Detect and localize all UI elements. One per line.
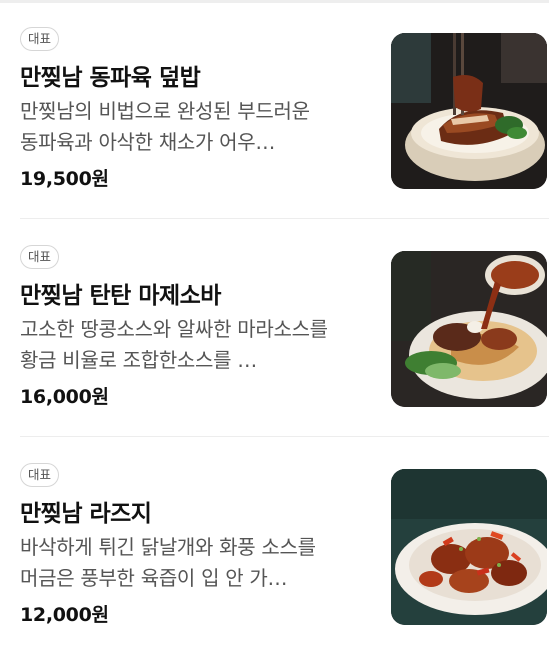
menu-item-description: 고소한 땅콩소스와 알싸한 마라소스를 황금 비율로 조합한소스를 … [20,317,328,372]
signature-badge: 대표 [20,245,60,269]
signature-badge: 대표 [20,27,60,51]
menu-item-price: 19,500원 [20,168,109,190]
menu-item-photo[interactable] [391,469,547,625]
menu-item-tantan-mazesoba[interactable]: 대표 만찢남 탄탄 마제소바 고소한 땅콩소스와 알싸한 마라소스를 황금 비율… [0,218,549,436]
dongpayuk-rice-bowl-photo-icon [391,33,547,189]
menu-item-photo[interactable] [391,33,547,189]
signature-badge: 대표 [20,463,60,487]
menu-item-photo[interactable] [391,251,547,407]
menu-item-description: 만찢남의 비법으로 완성된 부드러운 동파육과 아삭한 채소가 어우… [20,99,310,154]
tantan-mazesoba-photo-icon [391,251,547,407]
menu-item-lazziji[interactable]: 대표 만찢남 라즈지 바삭하게 튀긴 닭날개와 화풍 소스를 머금은 풍부한 육… [0,436,549,649]
menu-item-dongpayuk[interactable]: 대표 만찢남 동파육 덮밥 만찢남의 비법으로 완성된 부드러운 동파육과 아삭… [0,0,549,218]
menu-item-name: 만찢남 라즈지 [20,501,152,527]
menu-item-price: 16,000원 [20,386,109,408]
lazziji-chicken-photo-icon [391,469,547,625]
menu-item-description: 바삭하게 튀긴 닭날개와 화풍 소스를 머금은 풍부한 육즙이 입 안 가… [20,535,316,590]
menu-item-name: 만찢남 탄탄 마제소바 [20,283,221,309]
menu-item-name: 만찢남 동파육 덮밥 [20,65,201,91]
menu-item-price: 12,000원 [20,604,109,626]
menu-list: 대표 만찢남 동파육 덮밥 만찢남의 비법으로 완성된 부드러운 동파육과 아삭… [0,0,549,649]
